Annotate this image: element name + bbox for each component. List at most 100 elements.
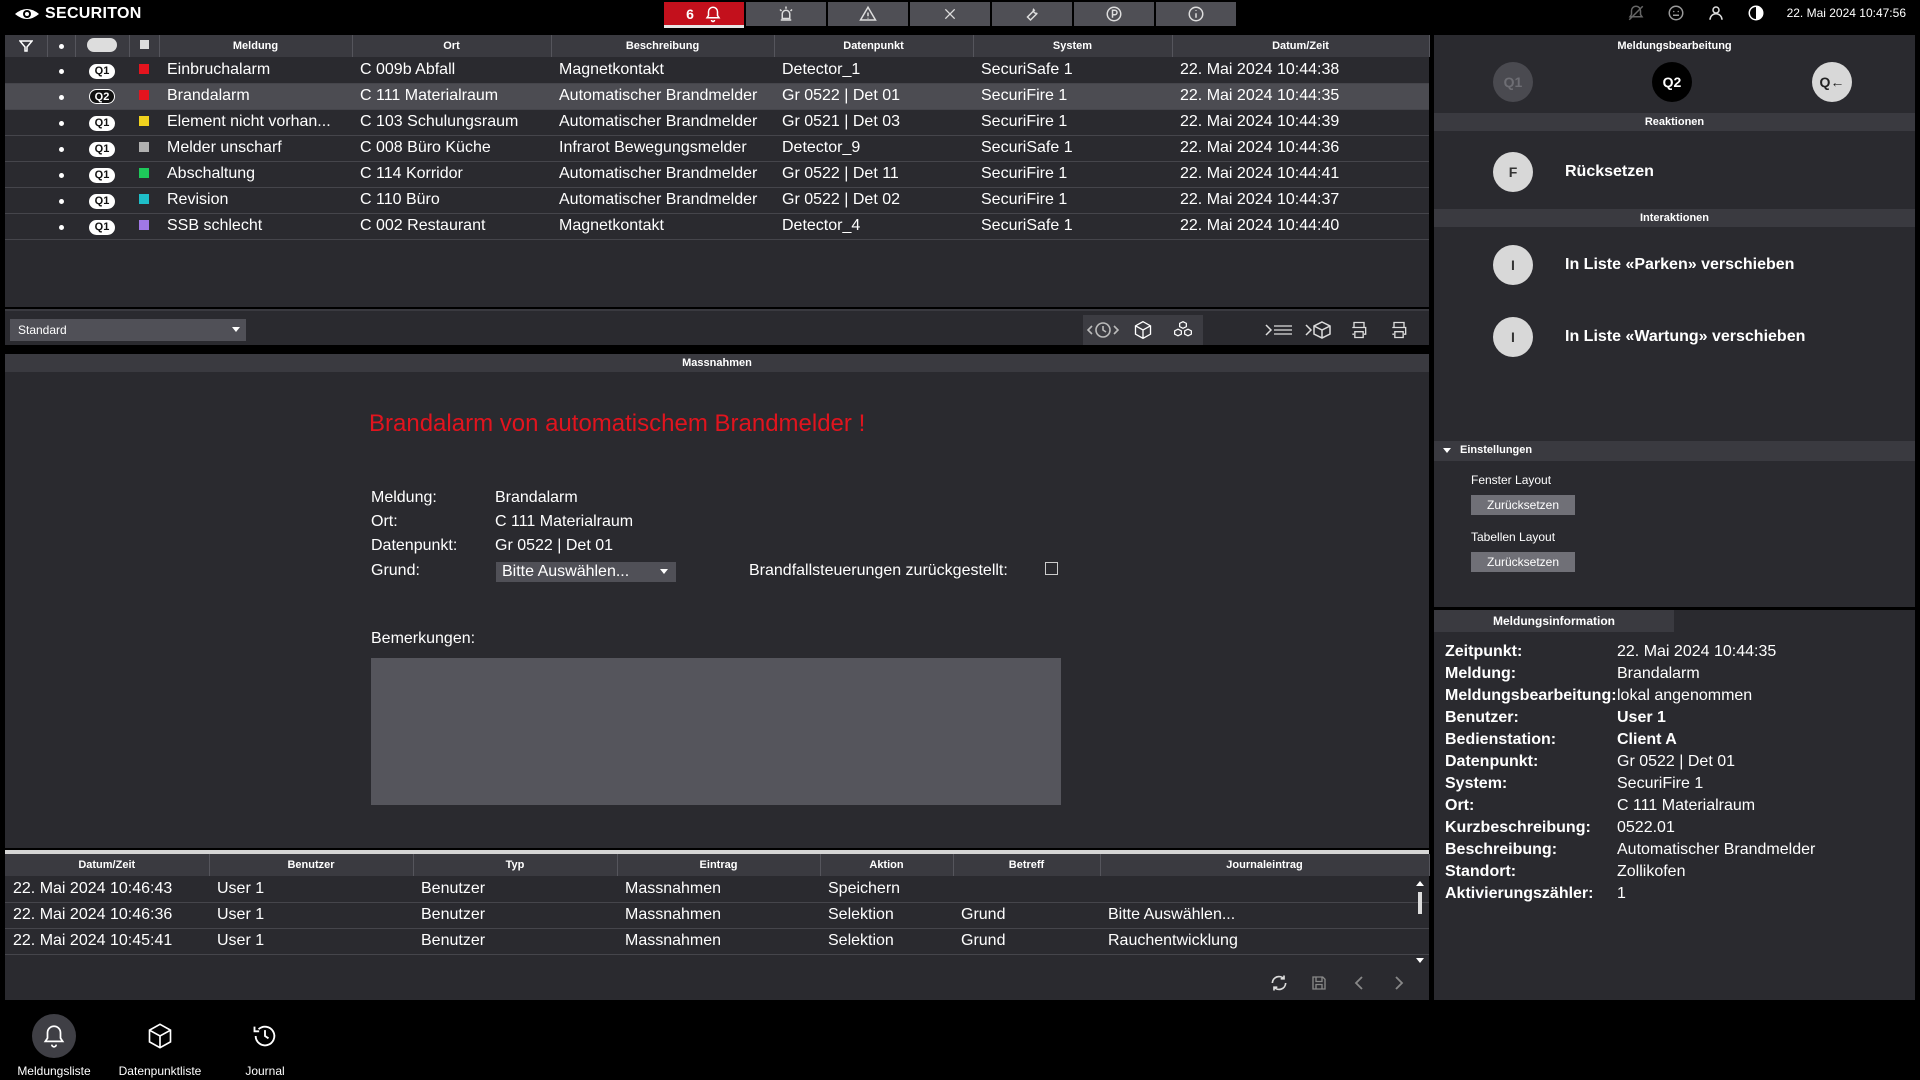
contrast-icon[interactable] (1747, 4, 1765, 22)
expand-datapoint-button[interactable] (1299, 315, 1339, 345)
row-dot (47, 187, 75, 214)
meldungsbearbeitung-panel: Meldungsbearbeitung Q1 Q2 Q← Reaktionen … (1434, 35, 1915, 607)
cell-meldung: Abschaltung (159, 161, 352, 188)
journal-col-benutzer[interactable]: Benutzer (209, 854, 414, 876)
col-header-datenpunkt[interactable]: Datenpunkt (774, 35, 974, 57)
journal-col-eintrag[interactable]: Eintrag (617, 854, 821, 876)
print-button[interactable] (1339, 315, 1379, 345)
journal-scrollbar[interactable] (1415, 880, 1425, 964)
color-column-header[interactable] (129, 35, 160, 57)
print-all-button[interactable] (1379, 315, 1419, 345)
user-icon[interactable] (1707, 4, 1725, 22)
row-color (129, 57, 159, 84)
row-queue: Q1 (75, 161, 129, 188)
dot-icon (58, 199, 64, 204)
row-color (129, 135, 159, 162)
grund-select-value: Bitte Auswählen... (502, 563, 630, 580)
save-button[interactable] (1299, 968, 1339, 998)
remarks-textarea[interactable] (371, 658, 1061, 805)
einstellungen-header-bar[interactable]: Einstellungen (1434, 441, 1915, 461)
datapoint-button[interactable] (1123, 315, 1163, 345)
col-header-meldung[interactable]: Meldung (159, 35, 353, 57)
reset-table-layout-button[interactable]: Zurücksetzen (1471, 552, 1575, 572)
tab-alarms[interactable]: 6 (664, 2, 744, 28)
journal-row[interactable]: 22. Mai 2024 10:45:41 User 1 Benutzer Massn… (5, 928, 1429, 955)
row-spacer (5, 57, 47, 84)
reset-window-layout-button[interactable]: Zurücksetzen (1471, 495, 1575, 515)
queue-button-q2[interactable]: Q2 (1652, 62, 1692, 102)
queue-button-q1[interactable]: Q1 (1493, 62, 1533, 102)
nav-datenpunktliste[interactable]: Datenpunktliste (110, 1014, 210, 1078)
view-select[interactable]: Standard (10, 319, 246, 341)
next-button[interactable] (1379, 968, 1419, 998)
journal-col-journaleintrag[interactable]: Journaleintrag (1100, 854, 1430, 876)
col-header-datum[interactable]: Datum/Zeit (1172, 35, 1430, 57)
journal-col-betreff[interactable]: Betreff (953, 854, 1101, 876)
alarm-row[interactable]: Q1 SSB schlecht C 002 Restaurant Magnetkont… (5, 213, 1429, 240)
cell-datenpunkt: Gr 0522 | Det 01 (774, 83, 973, 110)
col-header-beschreibung[interactable]: Beschreibung (551, 35, 775, 57)
cell-beschreibung: Automatischer Brandmelder (551, 109, 774, 136)
alarm-row[interactable]: Q1 Abschaltung C 114 Korridor Automatischer… (5, 161, 1429, 188)
info-value: Client A (1617, 731, 1677, 748)
cell-ort: C 009b Abfall (352, 57, 551, 84)
alarm-row[interactable]: Q2 Brandalarm C 111 Materialraum Automatisc… (5, 83, 1429, 110)
journal-col-datum[interactable]: Datum/Zeit (5, 854, 210, 876)
tab-siren[interactable] (746, 2, 826, 26)
collapse-button[interactable] (1259, 315, 1299, 345)
journal-row[interactable]: 22. Mai 2024 10:46:43 User 1 Benutzer Massn… (5, 876, 1429, 903)
group-button[interactable] (1163, 315, 1203, 345)
cell-system: SecuriFire 1 (973, 83, 1172, 110)
queue-column-header[interactable] (75, 35, 130, 57)
alarm-count: 6 (686, 5, 694, 22)
info-value: C 111 Materialraum (1617, 797, 1756, 814)
brand-reset-checkbox[interactable] (1045, 562, 1058, 575)
row-color (129, 161, 159, 188)
info-row: System: SecuriFire 1 (1445, 775, 1703, 793)
alarm-row[interactable]: Q1 Element nicht vorhan... C 103 Schulungs… (5, 109, 1429, 136)
journal-row[interactable]: 22. Mai 2024 10:46:36 User 1 Benutzer Massn… (5, 902, 1429, 929)
journal-col-aktion[interactable]: Aktion (820, 854, 954, 876)
tab-meldungsinformation[interactable]: Meldungsinformation (1434, 610, 1674, 632)
row-queue: Q1 (75, 57, 129, 84)
alarm-row[interactable]: Q1 Einbruchalarm C 009b Abfall Magnetkontak… (5, 57, 1429, 84)
tab-warnings[interactable] (828, 2, 908, 26)
history-nav-button[interactable] (1083, 315, 1123, 345)
cell-datenpunkt: Gr 0521 | Det 03 (774, 109, 973, 136)
grund-select[interactable]: Bitte Auswählen... (496, 562, 676, 582)
previous-button[interactable] (1339, 968, 1379, 998)
bell-off-icon[interactable] (1627, 4, 1645, 22)
cell-beschreibung: Magnetkontakt (551, 57, 774, 84)
alarm-row[interactable]: Q1 Melder unscharf C 008 Büro Küche Infraro… (5, 135, 1429, 162)
row-queue: Q1 (75, 213, 129, 240)
cell-journaleintrag: Bitte Auswählen... (1100, 902, 1429, 929)
info-key: Meldung: (1445, 665, 1517, 682)
journal-col-typ[interactable]: Typ (413, 854, 618, 876)
queue-button-back[interactable]: Q← (1812, 62, 1852, 102)
filter-column-header[interactable] (5, 35, 48, 57)
tab-maintenance[interactable] (992, 2, 1072, 26)
status-color-square (139, 142, 149, 152)
cube-icon (1134, 320, 1152, 340)
nav-journal[interactable]: Journal (215, 1014, 315, 1078)
info-row: Ort: C 111 Materialraum (1445, 797, 1755, 815)
tab-disabled[interactable] (910, 2, 990, 26)
tab-parked[interactable] (1074, 2, 1154, 26)
queue-badge: Q1 (89, 168, 115, 183)
dot-icon (58, 147, 64, 152)
alarm-row[interactable]: Q1 Revision C 110 Büro Automatischer Brandm… (5, 187, 1429, 214)
nav-meldungsliste[interactable]: Meldungsliste (4, 1014, 104, 1078)
status-color-square (139, 194, 149, 204)
queue-badge: Q1 (89, 63, 115, 79)
cell-benutzer: User 1 (209, 902, 413, 929)
refresh-button[interactable] (1259, 968, 1299, 998)
dot-icon (58, 68, 64, 74)
tab-info[interactable] (1156, 2, 1236, 26)
cell-meldung: Element nicht vorhan... (159, 109, 352, 136)
dot-column-header[interactable] (47, 35, 76, 57)
col-header-system[interactable]: System (973, 35, 1173, 57)
einstellungen-header: Einstellungen (1460, 444, 1533, 456)
interaction-label: In Liste «Wartung» verschieben (1565, 328, 1806, 345)
face-icon[interactable] (1667, 4, 1685, 22)
col-header-ort[interactable]: Ort (352, 35, 552, 57)
